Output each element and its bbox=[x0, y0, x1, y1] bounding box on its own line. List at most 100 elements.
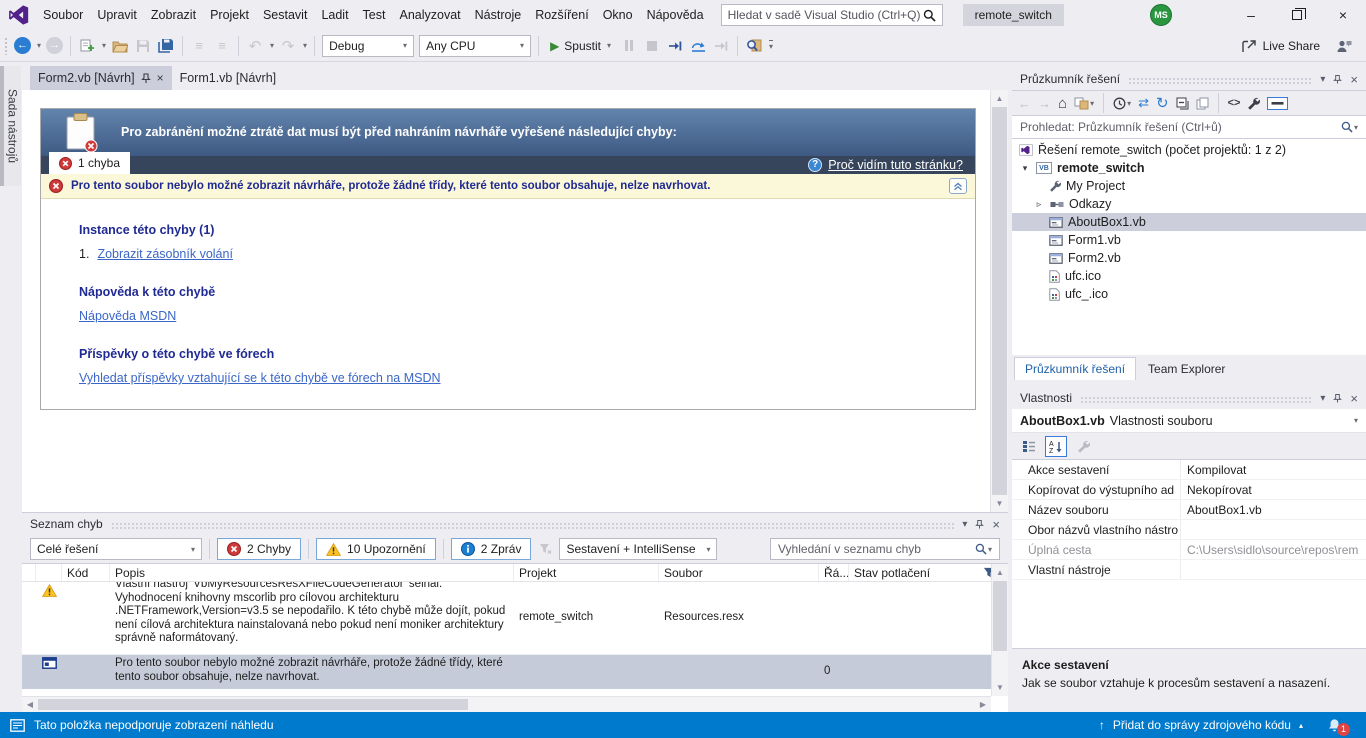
window-position-icon[interactable]: ▾ bbox=[1320, 74, 1325, 85]
scroll-right-icon[interactable]: ▶ bbox=[975, 697, 991, 712]
search-options-icon[interactable]: ▾ bbox=[988, 545, 992, 554]
navigate-forward-button[interactable]: → bbox=[46, 37, 63, 54]
property-row-full-path[interactable]: Úplná cesta C:\Users\sidlo\source\repos\… bbox=[1012, 540, 1366, 560]
property-row-tool-namespace[interactable]: Obor názvů vlastního nástro bbox=[1012, 520, 1366, 540]
error-row-warning[interactable]: Vlastní nástroj 'VbMyResourcesResXFileCo… bbox=[22, 582, 1008, 655]
tab-form2-design[interactable]: Form2.vb [Návrh] × bbox=[30, 66, 172, 90]
collapse-message-button[interactable] bbox=[949, 178, 967, 194]
menu-napoveda[interactable]: Nápověda bbox=[640, 3, 711, 27]
indent-button[interactable]: ≡ bbox=[213, 36, 231, 56]
property-row-copy-output[interactable]: Kopírovat do výstupního ad Nekopírovat bbox=[1012, 480, 1366, 500]
view-code-button[interactable]: <> bbox=[1228, 97, 1241, 109]
pin-icon[interactable] bbox=[975, 519, 984, 530]
error-list-vscrollbar[interactable]: ▲ ▼ bbox=[991, 564, 1008, 696]
tree-item-ufc2-ico[interactable]: ufc_.ico bbox=[1012, 285, 1366, 303]
property-row-custom-tool[interactable]: Vlastní nástroje bbox=[1012, 560, 1366, 580]
navigate-back-button[interactable]: ← bbox=[14, 37, 31, 54]
scrollbar-thumb[interactable] bbox=[992, 107, 1007, 495]
save-all-button[interactable] bbox=[157, 36, 175, 56]
copy-documents-button[interactable] bbox=[1196, 97, 1209, 110]
errors-filter-button[interactable]: 2 Chyby bbox=[217, 538, 301, 560]
close-panel-icon[interactable]: × bbox=[1350, 391, 1358, 406]
close-button[interactable]: × bbox=[1320, 0, 1366, 30]
menu-soubor[interactable]: Soubor bbox=[36, 3, 90, 27]
undo-button[interactable]: ↶ bbox=[246, 36, 264, 56]
panel-drag-area[interactable] bbox=[1080, 396, 1312, 403]
maximize-button[interactable] bbox=[1274, 0, 1320, 30]
notifications-button[interactable]: 1 bbox=[1327, 718, 1342, 733]
vs-search-input[interactable]: Hledat v sadě Visual Studio (Ctrl+Q) bbox=[721, 4, 943, 26]
find-in-files-button[interactable] bbox=[745, 36, 763, 56]
error-list-search-input[interactable]: Vyhledání v seznamu chyb ▾ bbox=[770, 538, 1000, 560]
scroll-up-icon[interactable]: ▲ bbox=[991, 90, 1008, 107]
scroll-down-icon[interactable]: ▼ bbox=[992, 679, 1008, 696]
tree-item-project[interactable]: ▾ VB remote_switch bbox=[1012, 159, 1366, 177]
error-scope-select[interactable]: Celé řešení ▾ bbox=[30, 538, 202, 560]
tree-item-references[interactable]: ▹ Odkazy bbox=[1012, 195, 1366, 213]
forward-button[interactable]: → bbox=[1038, 96, 1051, 111]
property-value[interactable] bbox=[1180, 520, 1366, 539]
property-value[interactable]: Kompilovat bbox=[1180, 460, 1366, 479]
menu-upravit[interactable]: Upravit bbox=[90, 3, 144, 27]
tree-item-aboutbox1[interactable]: AboutBox1.vb bbox=[1012, 213, 1366, 231]
menu-nastroje[interactable]: Nástroje bbox=[468, 3, 529, 27]
msdn-help-link[interactable]: Nápověda MSDN bbox=[79, 309, 176, 323]
feedback-icon[interactable] bbox=[1336, 39, 1352, 53]
tree-item-form1[interactable]: Form1.vb bbox=[1012, 231, 1366, 249]
tree-item-my-project[interactable]: My Project bbox=[1012, 177, 1366, 195]
toolbar-overflow-icon[interactable]: ▾ bbox=[769, 40, 773, 51]
close-tab-icon[interactable]: × bbox=[157, 71, 164, 85]
properties-title-bar[interactable]: Vlastnosti ▾ × bbox=[1012, 387, 1366, 409]
header-project[interactable]: Projekt bbox=[514, 564, 659, 581]
close-panel-icon[interactable]: × bbox=[992, 517, 1000, 532]
tab-solution-explorer[interactable]: Průzkumník řešení bbox=[1014, 357, 1136, 380]
step-over-button[interactable] bbox=[689, 36, 707, 56]
error-source-select[interactable]: Sestavení + IntelliSense ▾ bbox=[559, 538, 717, 560]
undo-dropdown-icon[interactable]: ▾ bbox=[270, 41, 274, 50]
pin-icon[interactable] bbox=[1333, 393, 1342, 404]
close-panel-icon[interactable]: × bbox=[1350, 72, 1358, 87]
property-row-build-action[interactable]: Akce sestavení Kompilovat bbox=[1012, 460, 1366, 480]
tree-item-ufc-ico[interactable]: ufc.ico bbox=[1012, 267, 1366, 285]
solution-explorer-title-bar[interactable]: Průzkumník řešení ▾ × bbox=[1012, 68, 1366, 90]
scroll-up-icon[interactable]: ▲ bbox=[992, 564, 1008, 581]
warnings-filter-button[interactable]: 10 Upozornění bbox=[316, 538, 436, 560]
panel-drag-area[interactable] bbox=[111, 522, 955, 529]
header-file[interactable]: Soubor bbox=[659, 564, 819, 581]
switch-views-button[interactable]: ▾ bbox=[1074, 97, 1094, 110]
solution-platform-select[interactable]: Any CPU ▾ bbox=[419, 35, 531, 57]
categorized-view-button[interactable] bbox=[1018, 436, 1040, 457]
document-scrollbar[interactable]: ▲ ▼ bbox=[990, 90, 1008, 512]
error-list-hscrollbar[interactable]: ◀ ▶ bbox=[22, 696, 991, 712]
menu-ladit[interactable]: Ladit bbox=[314, 3, 355, 27]
scrollbar-thumb[interactable] bbox=[993, 581, 1007, 651]
window-position-icon[interactable]: ▾ bbox=[1320, 393, 1325, 404]
header-code[interactable]: Kód bbox=[62, 564, 110, 581]
messages-filter-button[interactable]: 2 Zpráv bbox=[451, 538, 532, 560]
expander-icon[interactable]: ▾ bbox=[1019, 163, 1031, 174]
forums-search-link[interactable]: Vyhledat příspěvky vztahující se k této … bbox=[79, 371, 441, 385]
tree-item-form2[interactable]: Form2.vb bbox=[1012, 249, 1366, 267]
error-row-selected[interactable]: Pro tento soubor nebylo možné zobrazit n… bbox=[22, 655, 1008, 689]
new-project-dropdown-icon[interactable]: ▾ bbox=[102, 41, 106, 50]
source-control-menu-icon[interactable]: ▴ bbox=[1299, 721, 1303, 730]
header-line[interactable]: Řá... bbox=[819, 564, 849, 581]
home-button[interactable]: ⌂ bbox=[1058, 95, 1067, 112]
redo-button[interactable]: ↷ bbox=[279, 36, 297, 56]
panel-drag-area[interactable] bbox=[1128, 77, 1312, 84]
preview-selected-items-button[interactable] bbox=[1267, 97, 1288, 110]
scrollbar-thumb[interactable] bbox=[38, 699, 468, 710]
error-count-tab[interactable]: 1 chyba bbox=[49, 152, 130, 174]
show-call-stack-link[interactable]: Zobrazit zásobník volání bbox=[97, 247, 233, 261]
scroll-left-icon[interactable]: ◀ bbox=[22, 697, 38, 712]
minimize-button[interactable]: – bbox=[1228, 0, 1274, 30]
menu-okno[interactable]: Okno bbox=[596, 3, 640, 27]
error-list-title-bar[interactable]: Seznam chyb ▾ × bbox=[22, 513, 1008, 535]
start-debugging-button[interactable]: ▶ Spustit ▾ bbox=[546, 39, 615, 53]
window-position-icon[interactable]: ▾ bbox=[962, 519, 967, 530]
step-out-button[interactable] bbox=[712, 36, 730, 56]
outdent-button[interactable]: ≡ bbox=[190, 36, 208, 56]
property-row-file-name[interactable]: Název souboru AboutBox1.vb bbox=[1012, 500, 1366, 520]
header-suppression[interactable]: Stav potlačení bbox=[849, 564, 970, 581]
clear-filters-button[interactable] bbox=[536, 539, 554, 559]
